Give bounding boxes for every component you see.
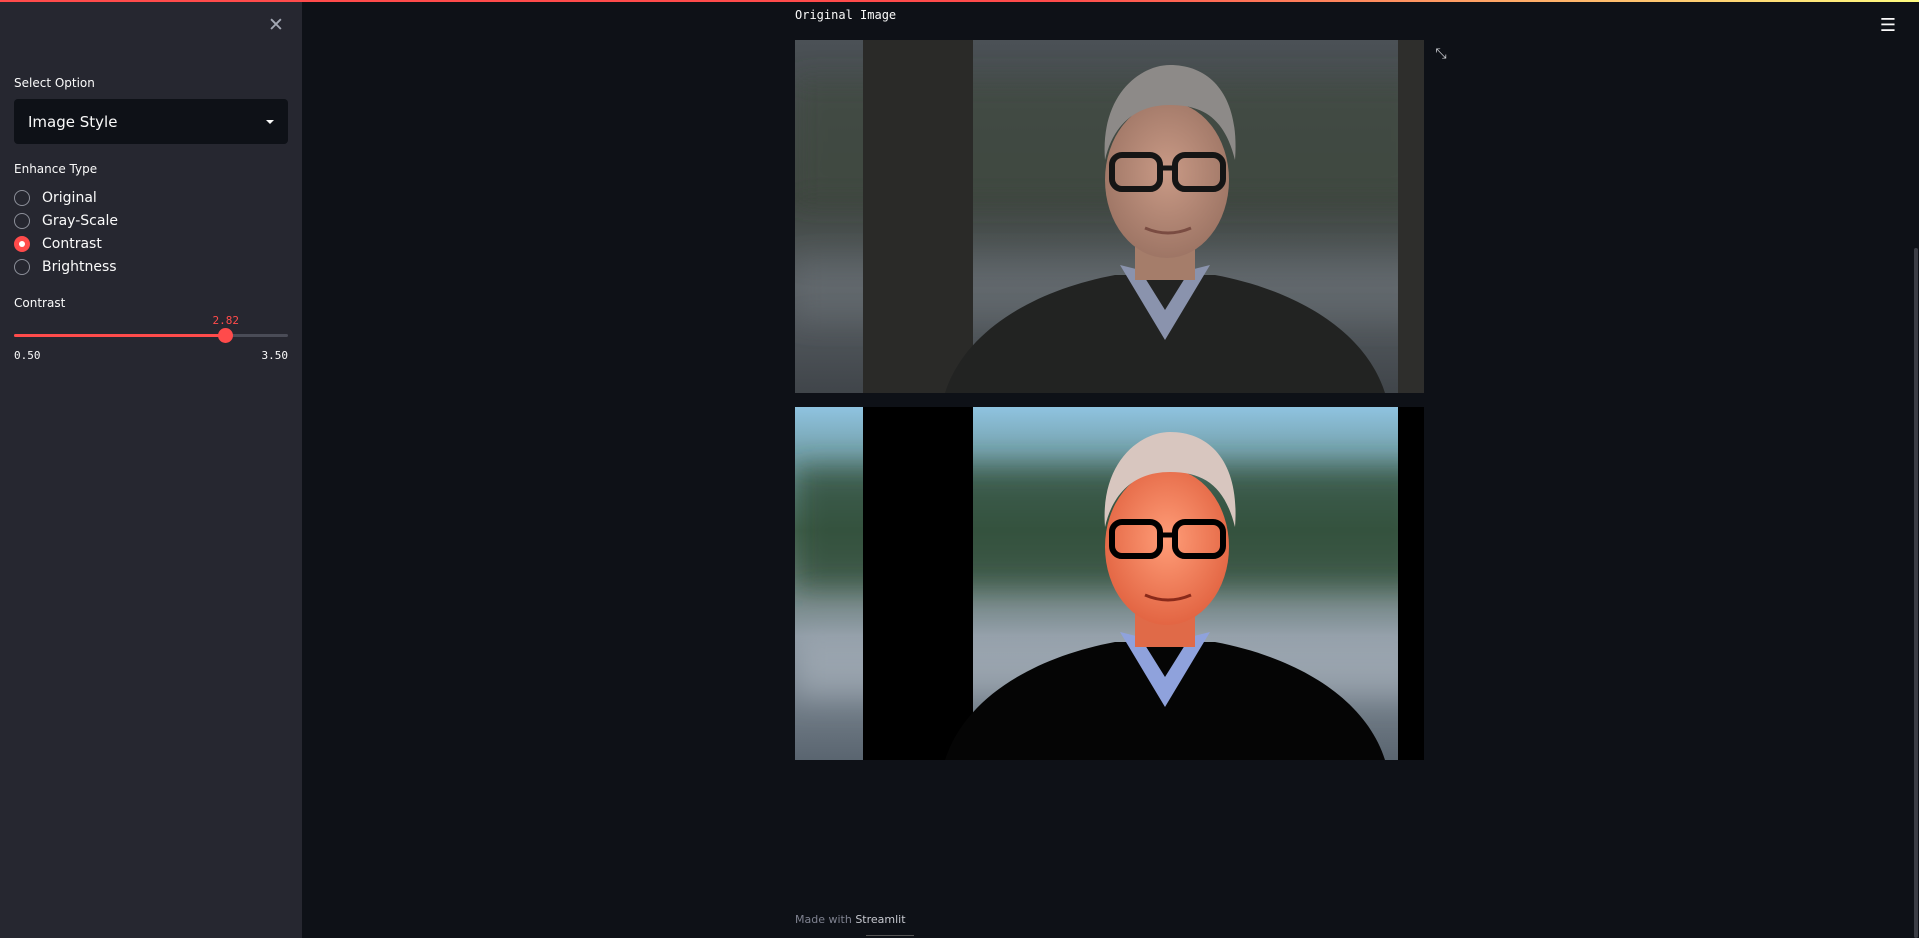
expand-icon[interactable]: ⤡ bbox=[1433, 46, 1449, 62]
radio-gray-scale[interactable]: Gray-Scale bbox=[14, 209, 118, 232]
chevron-down-icon bbox=[266, 119, 274, 124]
radio-contrast[interactable]: Contrast bbox=[14, 232, 118, 255]
select-option-dropdown[interactable]: Image Style bbox=[14, 99, 288, 144]
select-option-label: Select Option bbox=[14, 76, 95, 90]
contrast-slider-track[interactable] bbox=[14, 334, 288, 337]
enhance-type-label: Enhance Type bbox=[14, 162, 98, 176]
radio-label: Brightness bbox=[42, 258, 117, 275]
contrast-slider-label: Contrast bbox=[14, 296, 66, 310]
footer: Made with Streamlit bbox=[795, 913, 906, 926]
slider-thumb[interactable] bbox=[218, 328, 234, 343]
radio-label: Contrast bbox=[42, 235, 102, 252]
radio-brightness[interactable]: Brightness bbox=[14, 255, 118, 278]
radio-circle bbox=[14, 258, 30, 275]
hamburger-menu-icon[interactable]: ☰ bbox=[1878, 16, 1898, 36]
footer-made-with: Made with bbox=[795, 913, 852, 926]
scrollbar[interactable] bbox=[1914, 248, 1918, 938]
radio-label: Original bbox=[42, 189, 97, 206]
enhanced-image bbox=[795, 407, 1424, 760]
slider-min-value: 0.50 bbox=[14, 349, 41, 362]
original-image bbox=[795, 40, 1424, 393]
streamlit-link[interactable]: Streamlit bbox=[855, 913, 905, 926]
radio-original[interactable]: Original bbox=[14, 186, 118, 209]
radio-circle-checked bbox=[14, 235, 30, 252]
footer-underline bbox=[866, 935, 914, 936]
radio-label: Gray-Scale bbox=[42, 212, 118, 229]
slider-fill bbox=[14, 334, 226, 337]
radio-circle bbox=[14, 212, 30, 229]
slider-max-value: 3.50 bbox=[261, 349, 289, 362]
close-icon[interactable]: ✕ bbox=[264, 13, 288, 37]
top-decoration-bar bbox=[0, 0, 1919, 2]
enhance-type-radio-group: Original Gray-Scale Contrast Brightness bbox=[14, 186, 118, 278]
radio-circle bbox=[14, 189, 30, 206]
sidebar: ✕ Select Option Image Style Enhance Type… bbox=[0, 0, 302, 938]
slider-current-value: 2.82 bbox=[212, 314, 240, 327]
select-option-value: Image Style bbox=[28, 112, 118, 131]
page-title: Original Image bbox=[795, 8, 897, 22]
